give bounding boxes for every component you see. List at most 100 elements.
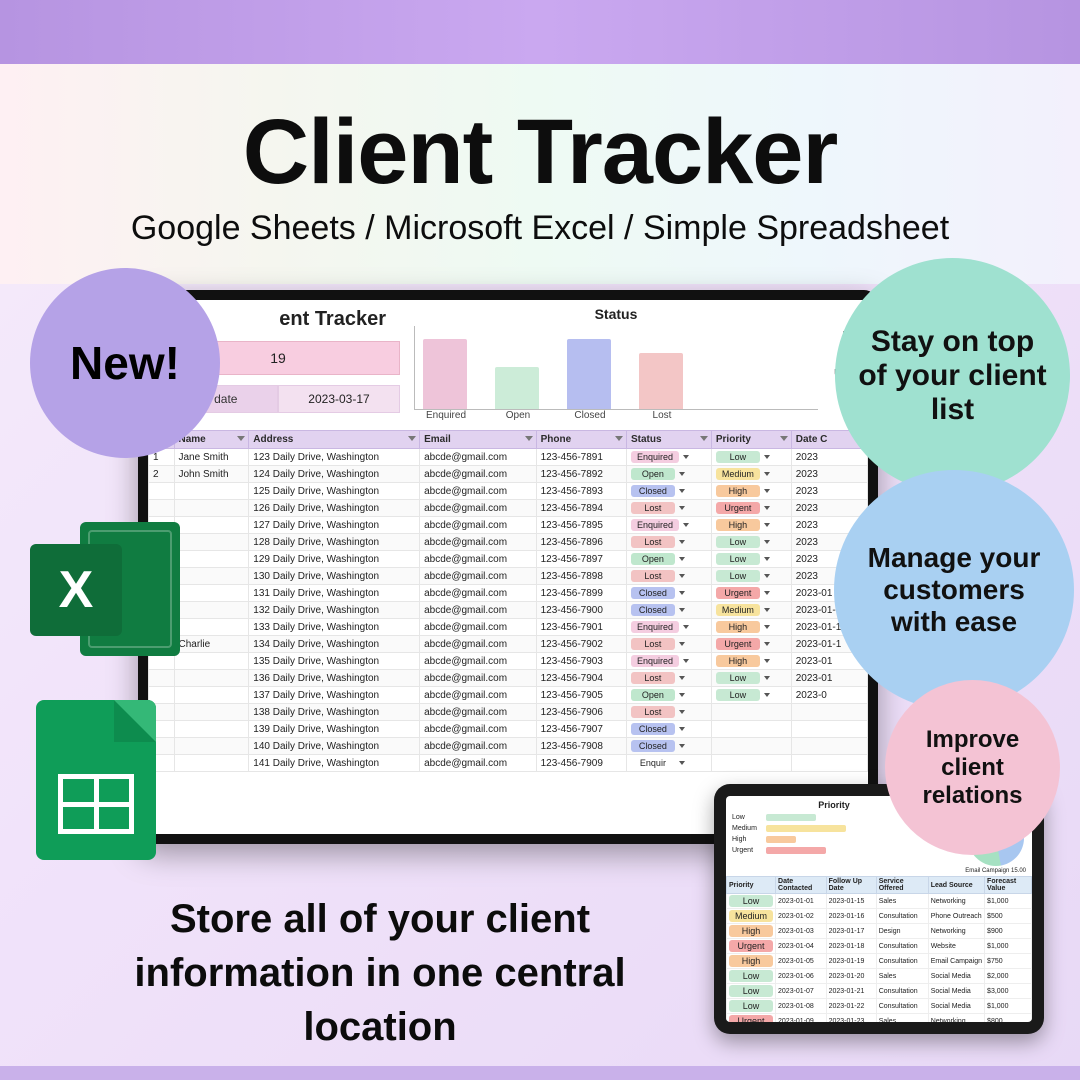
filter-icon[interactable] [237, 436, 245, 441]
priority-pill[interactable]: Low [729, 970, 773, 982]
priority-pill[interactable]: High [716, 519, 760, 531]
filter-icon[interactable] [408, 436, 416, 441]
chevron-down-icon[interactable] [679, 608, 685, 612]
col-header[interactable]: Priority [711, 431, 791, 449]
priority-pill[interactable]: Low [729, 895, 773, 907]
status-pill[interactable]: Enquired [631, 451, 679, 463]
chevron-down-icon[interactable] [764, 540, 770, 544]
priority-pill[interactable]: Urgent [716, 587, 760, 599]
chevron-down-icon[interactable] [764, 574, 770, 578]
col-header[interactable]: Lead Source [928, 877, 984, 894]
priority-pill[interactable]: Low [716, 451, 760, 463]
chevron-down-icon[interactable] [679, 693, 685, 697]
chevron-down-icon[interactable] [683, 659, 689, 663]
status-pill[interactable]: Closed [631, 587, 675, 599]
chevron-down-icon[interactable] [764, 693, 770, 697]
table-row[interactable]: 1Jane Smith123 Daily Drive, Washingtonab… [149, 449, 868, 466]
col-header[interactable]: Follow Up Date [826, 877, 876, 894]
filter-icon[interactable] [615, 436, 623, 441]
status-pill[interactable]: Lost [631, 638, 675, 650]
status-pill[interactable]: Lost [631, 672, 675, 684]
priority-pill[interactable]: Urgent [729, 1015, 773, 1022]
col-header[interactable]: Status [626, 431, 711, 449]
col-header[interactable]: Priority [727, 877, 776, 894]
col-header[interactable]: Date Contacted [776, 877, 827, 894]
status-pill[interactable]: Lost [631, 570, 675, 582]
table-row[interactable]: 136 Daily Drive, Washingtonabcde@gmail.c… [149, 670, 868, 687]
priority-pill[interactable]: High [716, 485, 760, 497]
table-row[interactable]: 2John Smith124 Daily Drive, Washingtonab… [149, 466, 868, 483]
priority-pill[interactable]: Low [716, 553, 760, 565]
priority-pill[interactable]: Urgent [729, 940, 773, 952]
status-pill[interactable]: Enquired [631, 655, 679, 667]
chevron-down-icon[interactable] [679, 727, 685, 731]
status-pill[interactable]: Open [631, 689, 675, 701]
table-row[interactable]: Low2023-01-062023-01-20SalesSocial Media… [727, 969, 1032, 984]
status-pill[interactable]: Lost [631, 706, 675, 718]
priority-pill[interactable]: Low [729, 1000, 773, 1012]
chevron-down-icon[interactable] [679, 472, 685, 476]
col-header[interactable]: Phone [536, 431, 626, 449]
priority-pill[interactable]: Low [716, 672, 760, 684]
chevron-down-icon[interactable] [764, 523, 770, 527]
chevron-down-icon[interactable] [679, 761, 685, 765]
priority-pill[interactable]: Low [716, 689, 760, 701]
priority-pill[interactable]: High [729, 925, 773, 937]
status-pill[interactable]: Enquir [631, 757, 675, 769]
chevron-down-icon[interactable] [764, 676, 770, 680]
table-row[interactable]: 139 Daily Drive, Washingtonabcde@gmail.c… [149, 721, 868, 738]
chevron-down-icon[interactable] [679, 489, 685, 493]
chevron-down-icon[interactable] [683, 523, 689, 527]
chevron-down-icon[interactable] [764, 506, 770, 510]
status-pill[interactable]: Open [631, 468, 675, 480]
chevron-down-icon[interactable] [764, 659, 770, 663]
priority-pill[interactable]: High [716, 621, 760, 633]
table-row[interactable]: 135 Daily Drive, Washingtonabcde@gmail.c… [149, 653, 868, 670]
chevron-down-icon[interactable] [679, 506, 685, 510]
table-row[interactable]: 129 Daily Drive, Washingtonabcde@gmail.c… [149, 551, 868, 568]
col-header[interactable]: Forecast Value [985, 877, 1032, 894]
status-pill[interactable]: Closed [631, 485, 675, 497]
priority-pill[interactable]: High [729, 955, 773, 967]
status-pill[interactable]: Open [631, 553, 675, 565]
chevron-down-icon[interactable] [679, 574, 685, 578]
chevron-down-icon[interactable] [764, 455, 770, 459]
chevron-down-icon[interactable] [764, 557, 770, 561]
table-row[interactable]: Urgent2023-01-092023-01-23SalesNetworkin… [727, 1014, 1032, 1023]
table-row[interactable]: Low2023-01-072023-01-21ConsultationSocia… [727, 984, 1032, 999]
table-row[interactable]: 12Charlie134 Daily Drive, Washingtonabcd… [149, 636, 868, 653]
chevron-down-icon[interactable] [683, 625, 689, 629]
table-row[interactable]: 140 Daily Drive, Washingtonabcde@gmail.c… [149, 738, 868, 755]
chevron-down-icon[interactable] [679, 710, 685, 714]
filter-icon[interactable] [525, 436, 533, 441]
table-row[interactable]: 132 Daily Drive, Washingtonabcde@gmail.c… [149, 602, 868, 619]
table-row[interactable]: Low2023-01-082023-01-22ConsultationSocia… [727, 999, 1032, 1014]
table-row[interactable]: 126 Daily Drive, Washingtonabcde@gmail.c… [149, 500, 868, 517]
table-row[interactable]: 125 Daily Drive, Washingtonabcde@gmail.c… [149, 483, 868, 500]
priority-pill[interactable]: Urgent [716, 502, 760, 514]
priority-pill[interactable]: Low [716, 536, 760, 548]
table-row[interactable]: 128 Daily Drive, Washingtonabcde@gmail.c… [149, 534, 868, 551]
status-pill[interactable]: Enquired [631, 621, 679, 633]
status-pill[interactable]: Lost [631, 502, 675, 514]
chevron-down-icon[interactable] [764, 642, 770, 646]
table-row[interactable]: Medium2023-01-022023-01-16ConsultationPh… [727, 909, 1032, 924]
chevron-down-icon[interactable] [764, 489, 770, 493]
table-row[interactable]: 138 Daily Drive, Washingtonabcde@gmail.c… [149, 704, 868, 721]
chevron-down-icon[interactable] [764, 625, 770, 629]
priority-pill[interactable]: Low [716, 570, 760, 582]
chevron-down-icon[interactable] [683, 455, 689, 459]
table-row[interactable]: Low2023-01-012023-01-15SalesNetworking$1… [727, 894, 1032, 909]
priority-pill[interactable]: Medium [716, 604, 760, 616]
chevron-down-icon[interactable] [679, 591, 685, 595]
table-row[interactable]: 141 Daily Drive, Washingtonabcde@gmail.c… [149, 755, 868, 772]
filter-icon[interactable] [700, 436, 708, 441]
table-row[interactable]: 133 Daily Drive, Washingtonabcde@gmail.c… [149, 619, 868, 636]
priority-pill[interactable]: Medium [729, 910, 773, 922]
status-pill[interactable]: Lost [631, 536, 675, 548]
col-header[interactable]: Address [249, 431, 420, 449]
chevron-down-icon[interactable] [679, 540, 685, 544]
table-row[interactable]: Urgent2023-01-042023-01-18ConsultationWe… [727, 939, 1032, 954]
status-pill[interactable]: Closed [631, 723, 675, 735]
status-pill[interactable]: Closed [631, 740, 675, 752]
